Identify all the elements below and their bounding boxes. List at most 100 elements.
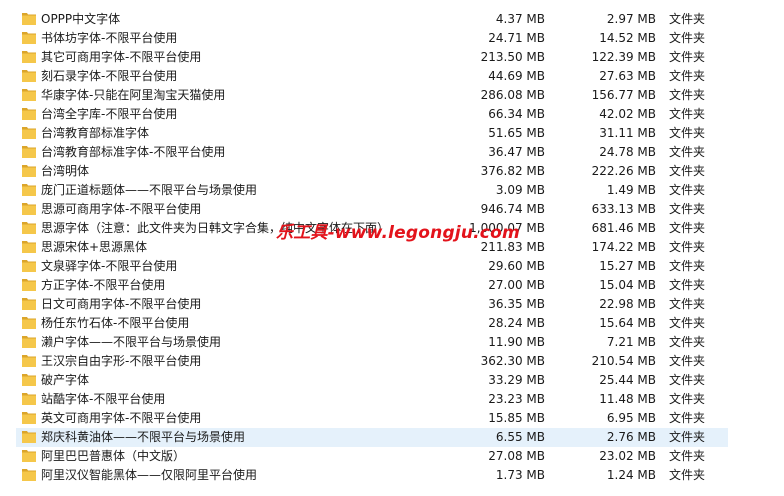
file-name: 日文可商用字体-不限平台使用 (41, 297, 202, 311)
file-row[interactable]: 英文可商用字体-不限平台使用 15.85 MB 6.95 MB 文件夹 (16, 409, 728, 428)
file-name: 郑庆科黄油体——不限平台与场景使用 (41, 430, 246, 444)
file-row[interactable]: 郑庆科黄油体——不限平台与场景使用 6.55 MB 2.76 MB 文件夹 (16, 428, 728, 447)
file-row[interactable]: 其它可商用字体-不限平台使用 213.50 MB 122.39 MB 文件夹 (16, 48, 728, 67)
file-name: 破产字体 (41, 373, 90, 387)
file-compressed-size: 6.95 MB (606, 411, 656, 425)
file-row[interactable]: 台湾全字库-不限平台使用 66.34 MB 42.02 MB 文件夹 (16, 105, 728, 124)
file-row[interactable]: 站酷字体-不限平台使用 23.23 MB 11.48 MB 文件夹 (16, 390, 728, 409)
folder-icon (22, 184, 36, 196)
file-type: 文件夹 (669, 183, 706, 197)
file-compressed-size: 15.27 MB (599, 259, 656, 273)
file-name: 台湾教育部标准字体-不限平台使用 (41, 145, 226, 159)
file-row[interactable]: 刻石录字体-不限平台使用 44.69 MB 27.63 MB 文件夹 (16, 67, 728, 86)
file-row[interactable]: 华康字体-只能在阿里淘宝天猫使用 286.08 MB 156.77 MB 文件夹 (16, 86, 728, 105)
file-size: 44.69 MB (488, 69, 545, 83)
file-row[interactable]: 庞门正道标题体——不限平台与场景使用 3.09 MB 1.49 MB 文件夹 (16, 181, 728, 200)
file-compressed-size: 15.04 MB (599, 278, 656, 292)
file-size: 3.09 MB (495, 183, 545, 197)
file-row[interactable]: 濑户字体——不限平台与场景使用 11.90 MB 7.21 MB 文件夹 (16, 333, 728, 352)
file-row[interactable]: 思源宋体+思源黑体 211.83 MB 174.22 MB 文件夹 (16, 238, 728, 257)
file-compressed-size: 24.78 MB (599, 145, 656, 159)
file-size: 376.82 MB (480, 164, 545, 178)
file-compressed-size: 156.77 MB (591, 88, 656, 102)
file-type: 文件夹 (669, 88, 706, 102)
file-compressed-size: 210.54 MB (591, 354, 656, 368)
file-name: 濑户字体——不限平台与场景使用 (41, 335, 222, 349)
file-name: 华康字体-只能在阿里淘宝天猫使用 (41, 88, 226, 102)
folder-icon (22, 279, 36, 291)
folder-icon (22, 412, 36, 424)
file-row[interactable]: 杨任东竹石体-不限平台使用 28.24 MB 15.64 MB 文件夹 (16, 314, 728, 333)
file-size: 211.83 MB (480, 240, 545, 254)
file-compressed-size: 42.02 MB (599, 107, 656, 121)
folder-icon (22, 89, 36, 101)
folder-icon (22, 393, 36, 405)
file-row[interactable]: 破产字体 33.29 MB 25.44 MB 文件夹 (16, 371, 728, 390)
file-type: 文件夹 (669, 145, 706, 159)
file-name: 文泉驿字体-不限平台使用 (41, 259, 178, 273)
file-compressed-size: 23.02 MB (599, 449, 656, 463)
file-row[interactable]: 台湾教育部标准字体-不限平台使用 36.47 MB 24.78 MB 文件夹 (16, 143, 728, 162)
folder-icon (22, 336, 36, 348)
file-type: 文件夹 (669, 69, 706, 83)
folder-icon (22, 374, 36, 386)
file-name: 刻石录字体-不限平台使用 (41, 69, 178, 83)
file-type: 文件夹 (669, 411, 706, 425)
file-size: 33.29 MB (488, 373, 545, 387)
file-name: 方正字体-不限平台使用 (41, 278, 166, 292)
file-size: 29.60 MB (488, 259, 545, 273)
file-row[interactable]: 方正字体-不限平台使用 27.00 MB 15.04 MB 文件夹 (16, 276, 728, 295)
file-name: 书体坊字体-不限平台使用 (41, 31, 178, 45)
file-type: 文件夹 (669, 468, 706, 482)
file-type: 文件夹 (669, 126, 706, 140)
folder-icon (22, 203, 36, 215)
file-name: 思源字体（注意：此文件夹为日韩文字合集，纯中文字体在下面） (41, 221, 390, 235)
file-size: 213.50 MB (480, 50, 545, 64)
folder-icon (22, 241, 36, 253)
file-type: 文件夹 (669, 449, 706, 463)
file-type: 文件夹 (669, 50, 706, 64)
file-size: 23.23 MB (488, 392, 545, 406)
folder-icon (22, 146, 36, 158)
file-size: 1,000.07 MB (469, 221, 545, 235)
folder-icon (22, 70, 36, 82)
file-size: 51.65 MB (488, 126, 545, 140)
file-type: 文件夹 (669, 278, 706, 292)
folder-icon (22, 298, 36, 310)
folder-icon (22, 317, 36, 329)
folder-icon (22, 13, 36, 25)
file-type: 文件夹 (669, 221, 706, 235)
file-compressed-size: 25.44 MB (599, 373, 656, 387)
file-row[interactable]: 文泉驿字体-不限平台使用 29.60 MB 15.27 MB 文件夹 (16, 257, 728, 276)
file-row[interactable]: 台湾教育部标准字体 51.65 MB 31.11 MB 文件夹 (16, 124, 728, 143)
file-name: 庞门正道标题体——不限平台与场景使用 (41, 183, 258, 197)
file-name: 思源宋体+思源黑体 (41, 240, 148, 254)
file-name: 王汉宗自由字形-不限平台使用 (41, 354, 202, 368)
file-name: 思源可商用字体-不限平台使用 (41, 202, 202, 216)
file-name: 阿里巴巴普惠体（中文版） (41, 449, 186, 463)
file-row[interactable]: 阿里汉仪智能黑体——仅限阿里平台使用 1.73 MB 1.24 MB 文件夹 (16, 466, 728, 485)
file-compressed-size: 27.63 MB (599, 69, 656, 83)
folder-icon (22, 32, 36, 44)
file-compressed-size: 2.76 MB (606, 430, 656, 444)
folder-icon (22, 51, 36, 63)
file-row[interactable]: 阿里巴巴普惠体（中文版） 27.08 MB 23.02 MB 文件夹 (16, 447, 728, 466)
file-row[interactable]: 台湾明体 376.82 MB 222.26 MB 文件夹 (16, 162, 728, 181)
file-row[interactable]: OPPP中文字体 4.37 MB 2.97 MB 文件夹 (16, 10, 728, 29)
folder-icon (22, 127, 36, 139)
file-compressed-size: 1.49 MB (606, 183, 656, 197)
file-type: 文件夹 (669, 297, 706, 311)
file-compressed-size: 681.46 MB (591, 221, 656, 235)
folder-icon (22, 469, 36, 481)
file-row[interactable]: 思源可商用字体-不限平台使用 946.74 MB 633.13 MB 文件夹 (16, 200, 728, 219)
folder-icon (22, 355, 36, 367)
file-size: 11.90 MB (488, 335, 545, 349)
file-row[interactable]: 王汉宗自由字形-不限平台使用 362.30 MB 210.54 MB 文件夹 (16, 352, 728, 371)
file-size: 362.30 MB (480, 354, 545, 368)
file-row[interactable]: 思源字体（注意：此文件夹为日韩文字合集，纯中文字体在下面） 1,000.07 MB… (16, 219, 728, 238)
file-size: 24.71 MB (488, 31, 545, 45)
file-row[interactable]: 日文可商用字体-不限平台使用 36.35 MB 22.98 MB 文件夹 (16, 295, 728, 314)
file-type: 文件夹 (669, 335, 706, 349)
file-row[interactable]: 书体坊字体-不限平台使用 24.71 MB 14.52 MB 文件夹 (16, 29, 728, 48)
file-size: 27.08 MB (488, 449, 545, 463)
